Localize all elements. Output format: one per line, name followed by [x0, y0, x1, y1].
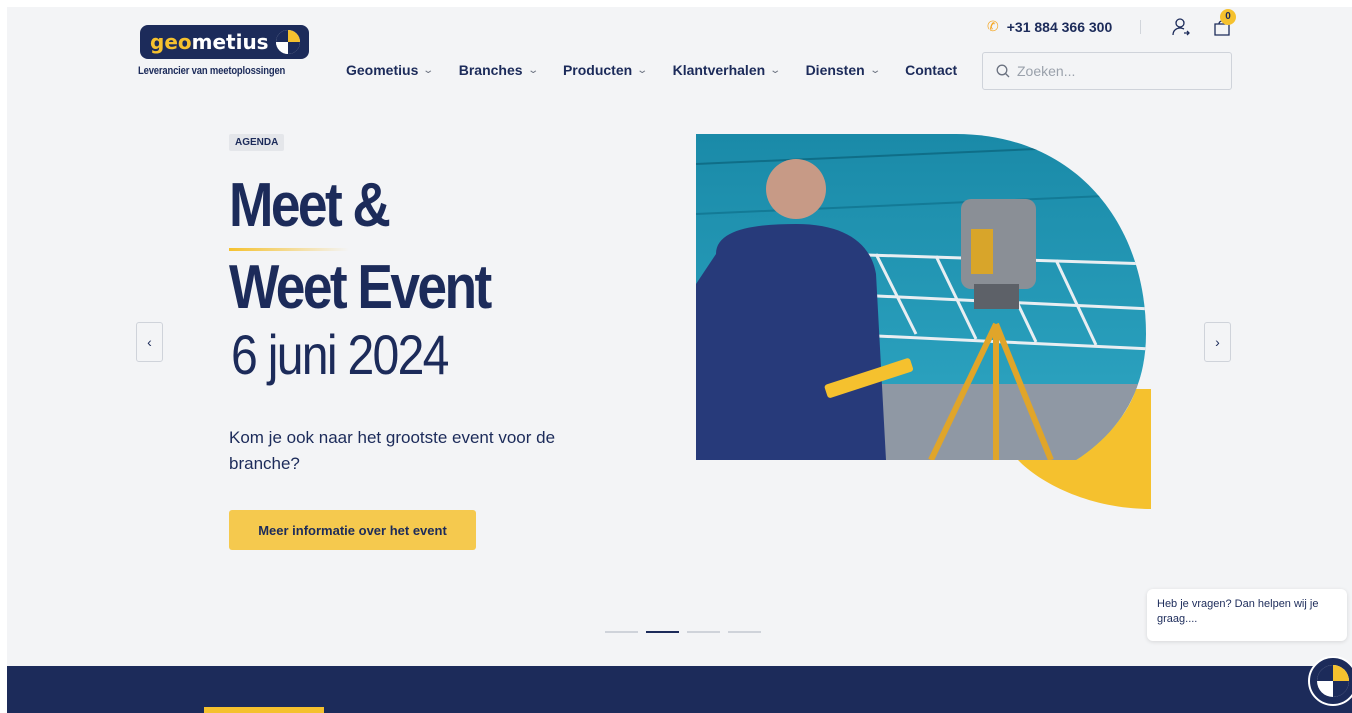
logo-text: metius — [191, 30, 269, 54]
nav-label: Contact — [905, 62, 958, 78]
nav-item-klantverhalen[interactable]: Klantverhalen ⌄ — [672, 62, 782, 78]
event-info-button[interactable]: Meer informatie over het event — [229, 510, 476, 550]
category-badge: AGENDA — [229, 134, 285, 151]
nav-item-diensten[interactable]: Diensten ⌄ — [805, 62, 881, 78]
chevron-right-icon: › — [1215, 334, 1220, 350]
nav-item-geometius[interactable]: Geometius ⌄ — [346, 62, 435, 78]
main-nav: Geometius ⌄ Branches ⌄ Producten ⌄ Klantver… — [346, 62, 983, 78]
hero-title-line1: Meet & — [229, 171, 391, 240]
slider-dot[interactable] — [728, 631, 761, 633]
chat-launcher-button[interactable] — [1308, 656, 1352, 706]
chat-logo-icon — [1317, 665, 1349, 697]
nav-label: Producten — [562, 62, 633, 78]
phone-link[interactable]: ✆ +31 884 366 300 — [987, 18, 1112, 35]
phone-icon: ✆ — [987, 18, 999, 34]
hero-date: 6 juni 2024 — [231, 323, 449, 386]
nav-label: Geometius — [346, 62, 419, 78]
cart-count-badge: 0 — [1220, 9, 1236, 25]
slider-next-button[interactable]: › — [1204, 322, 1231, 362]
chat-bubble[interactable]: Heb je vragen? Dan helpen wij je graag..… — [1147, 589, 1347, 641]
user-icon[interactable] — [1171, 17, 1191, 37]
hero-title-line2: Weet Event — [229, 253, 492, 322]
chevron-down-icon: ⌄ — [769, 64, 782, 76]
hero-lead: Kom je ook naar het grootste event voor … — [229, 428, 556, 473]
section-accent — [204, 707, 324, 713]
nav-item-branches[interactable]: Branches ⌄ — [458, 62, 539, 78]
chevron-down-icon: ⌄ — [526, 64, 539, 76]
logo-mark-icon — [275, 30, 300, 54]
slider-dot[interactable] — [605, 631, 638, 633]
slider-dot-active[interactable] — [646, 631, 679, 633]
logo-tagline: Leverancier van meetoplossingen — [138, 65, 286, 77]
nav-item-producten[interactable]: Producten ⌄ — [562, 62, 649, 78]
nav-item-contact[interactable]: Contact — [905, 62, 957, 78]
chevron-down-icon: ⌄ — [869, 64, 881, 76]
search-box[interactable] — [982, 52, 1232, 90]
logo[interactable]: geometius Leverancier van meetoplossinge… — [138, 25, 309, 77]
slider-dots — [605, 631, 761, 633]
search-icon — [996, 64, 1010, 78]
chevron-down-icon: ⌄ — [422, 64, 435, 76]
chevron-down-icon: ⌄ — [636, 64, 649, 76]
nav-label: Diensten — [805, 62, 865, 78]
slider-dot[interactable] — [687, 631, 720, 633]
logo-badge: geometius — [140, 25, 309, 59]
slider-prev-button[interactable]: ‹ — [136, 322, 163, 362]
search-input[interactable] — [1017, 63, 1217, 79]
divider — [1140, 20, 1141, 34]
phone-number: +31 884 366 300 — [1006, 18, 1113, 35]
title-underline — [229, 248, 349, 251]
logo-text-accent: geo — [150, 30, 192, 54]
nav-label: Branches — [458, 62, 523, 78]
chevron-left-icon: ‹ — [147, 334, 152, 350]
next-section-band — [7, 666, 1352, 713]
hero-image — [696, 134, 1151, 509]
nav-label: Klantverhalen — [672, 62, 766, 78]
